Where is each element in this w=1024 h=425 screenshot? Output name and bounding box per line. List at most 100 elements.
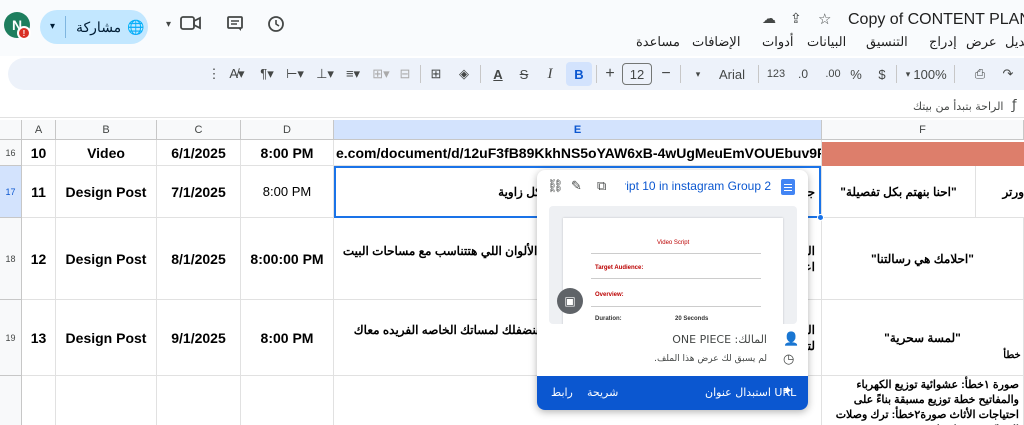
cell-c17[interactable]: 7/1/2025 <box>157 166 241 218</box>
spreadsheet-grid[interactable]: A B C D E F 16 10 Video 6/1/2025 8:00 PM… <box>0 120 1024 425</box>
row-header[interactable]: 16 <box>0 140 22 166</box>
cell-f20[interactable]: صورة ١خطأ: عشوائية توزيع الكهرباء والمفا… <box>822 376 1024 425</box>
cell-a17[interactable]: 11 <box>22 166 56 218</box>
redo-icon[interactable]: ↷ <box>998 64 1018 84</box>
history-icon: ◷ <box>783 352 795 367</box>
cell-b19[interactable]: Design Post <box>56 300 157 376</box>
cell-f17[interactable]: "احنا بنهتم بكل تفصيلة" <box>822 166 976 218</box>
video-call-icon[interactable] <box>180 15 202 36</box>
row-header[interactable] <box>0 376 22 425</box>
column-header-a[interactable]: A <box>22 120 56 140</box>
row-header[interactable]: 19 <box>0 300 22 376</box>
column-header-b[interactable]: B <box>56 120 157 140</box>
text-direction-icon[interactable]: ¶▾ <box>256 64 278 84</box>
document-preview[interactable]: Video Script Target Audience: Overview: … <box>549 206 797 324</box>
smart-chip-button[interactable]: شريحة <box>587 386 618 399</box>
cell-c16[interactable]: 6/1/2025 <box>157 140 241 166</box>
cell-b16[interactable]: Video <box>56 140 157 166</box>
cell-a18[interactable]: 12 <box>22 218 56 300</box>
menu-format[interactable]: التنسيق <box>866 34 908 50</box>
increase-decimal-icon[interactable]: .00 <box>822 64 844 84</box>
cell-e16[interactable]: e.com/document/d/12uF3fB89KkhNS5oYAW6xB-… <box>334 140 822 166</box>
unlink-icon[interactable]: ⛓ <box>547 179 564 194</box>
cloud-status-icon[interactable]: ☁ <box>762 11 776 27</box>
link-chip-button[interactable]: رابط <box>551 386 573 399</box>
sparkle-icon[interactable]: ✦ <box>782 384 793 399</box>
document-title[interactable]: Copy of CONTENT PLAN C <box>848 11 1024 29</box>
decrease-font-icon[interactable]: − <box>656 64 676 84</box>
row-header[interactable]: 18 <box>0 218 22 300</box>
cell-a19[interactable]: 13 <box>22 300 56 376</box>
highlighted-cell-f16[interactable] <box>822 142 1024 166</box>
menu-extensions[interactable]: الإضافات <box>692 34 740 50</box>
picture-in-picture-icon[interactable]: ▣ <box>557 288 583 314</box>
column-header-e[interactable]: E <box>334 120 822 140</box>
cell-c18[interactable]: 8/1/2025 <box>157 218 241 300</box>
formula-bar[interactable]: الراحة بتبدأ من بيتك ƒ <box>0 96 1024 118</box>
menu-data[interactable]: البيانات <box>807 34 846 50</box>
cell-b17[interactable]: Design Post <box>56 166 157 218</box>
fill-handle[interactable] <box>817 214 824 221</box>
star-icon[interactable]: ☆ <box>818 10 831 28</box>
cell-b18[interactable]: Design Post <box>56 218 157 300</box>
more-options-icon[interactable]: ⋮ <box>208 64 221 84</box>
move-to-drive-icon[interactable]: ⇪ <box>790 11 802 27</box>
menu-tools[interactable]: أدوات <box>762 34 794 50</box>
borders-icon[interactable]: ⊞ <box>426 64 446 84</box>
strikethrough-icon[interactable]: S <box>514 64 534 84</box>
decrease-decimal-icon[interactable]: .0 <box>794 64 812 84</box>
menu-view[interactable]: عرض <box>966 34 997 50</box>
cell-d17[interactable]: 8:00 PM <box>241 166 334 218</box>
toolbar-divider <box>758 65 759 83</box>
cell-c20[interactable] <box>157 376 241 425</box>
meet-dropdown-icon[interactable]: ▾ <box>166 19 171 30</box>
column-header-c[interactable]: C <box>157 120 241 140</box>
menu-edit[interactable]: تعديل <box>1005 34 1024 50</box>
vertical-align-icon[interactable]: ⊥▾ <box>314 64 336 84</box>
cell-b20[interactable] <box>56 376 157 425</box>
currency-button[interactable]: $ <box>874 64 890 84</box>
card-title[interactable]: Script 10 in instagram Group 2 <box>625 179 771 193</box>
merge-icon[interactable]: ⊟ <box>398 64 412 84</box>
person-icon: 👤 <box>783 332 800 347</box>
horizontal-align-icon[interactable]: ≡▾ <box>342 64 364 84</box>
text-rotation-icon[interactable]: A̸▾ <box>226 64 248 84</box>
cell-d19[interactable]: 8:00 PM <box>241 300 334 376</box>
cell-d20[interactable] <box>241 376 334 425</box>
merge-cells-icon[interactable]: ⊞▾ <box>370 64 392 84</box>
zoom-select[interactable]: 100% <box>913 64 946 84</box>
menu-insert[interactable]: إدراج <box>929 34 957 50</box>
toolbar-divider <box>420 65 421 83</box>
zoom-dropdown-icon[interactable]: ▾ <box>902 64 914 84</box>
bold-button[interactable]: B <box>566 62 592 86</box>
copy-icon[interactable]: ⧉ <box>597 179 606 194</box>
toolbar-divider <box>480 65 481 83</box>
increase-font-icon[interactable]: + <box>600 64 620 84</box>
menu-help[interactable]: مساعدة <box>636 34 680 50</box>
cell-c19[interactable]: 9/1/2025 <box>157 300 241 376</box>
number-format-button[interactable]: 123 <box>764 64 788 84</box>
percent-button[interactable]: % <box>848 64 864 84</box>
column-header-d[interactable]: D <box>241 120 334 140</box>
select-all-corner[interactable] <box>0 120 22 140</box>
cell-d16[interactable]: 8:00 PM <box>241 140 334 166</box>
cell-a20[interactable] <box>22 376 56 425</box>
cell-d18[interactable]: 8:00:00 PM <box>241 218 334 300</box>
formula-bar-text[interactable]: الراحة بتبدأ من بيتك <box>913 100 1004 113</box>
text-wrap-icon[interactable]: ⊢▾ <box>284 64 306 84</box>
font-dropdown-icon[interactable]: ▾ <box>684 64 712 84</box>
cell-f19[interactable]: "لمسة سحرية" <box>822 300 1024 376</box>
edit-icon[interactable]: ✎ <box>571 179 582 194</box>
overflow-text: خطأ <box>1003 349 1021 361</box>
font-family-select[interactable]: Arial <box>714 64 750 84</box>
print-icon[interactable]: ⎙ <box>970 64 990 84</box>
fill-color-icon[interactable]: ◈ <box>454 64 474 84</box>
column-header-f[interactable]: F <box>822 120 1024 140</box>
row-header[interactable]: 17 <box>0 166 22 218</box>
text-color-icon[interactable]: A <box>486 64 510 84</box>
cell-f18[interactable]: "احلامك هي رسالتنا" <box>822 218 1024 300</box>
italic-button[interactable]: I <box>540 64 560 84</box>
font-size-input[interactable]: 12 <box>622 63 652 85</box>
cell-a16[interactable]: 10 <box>22 140 56 166</box>
cell-g17[interactable]: ورتر <box>976 166 1024 218</box>
